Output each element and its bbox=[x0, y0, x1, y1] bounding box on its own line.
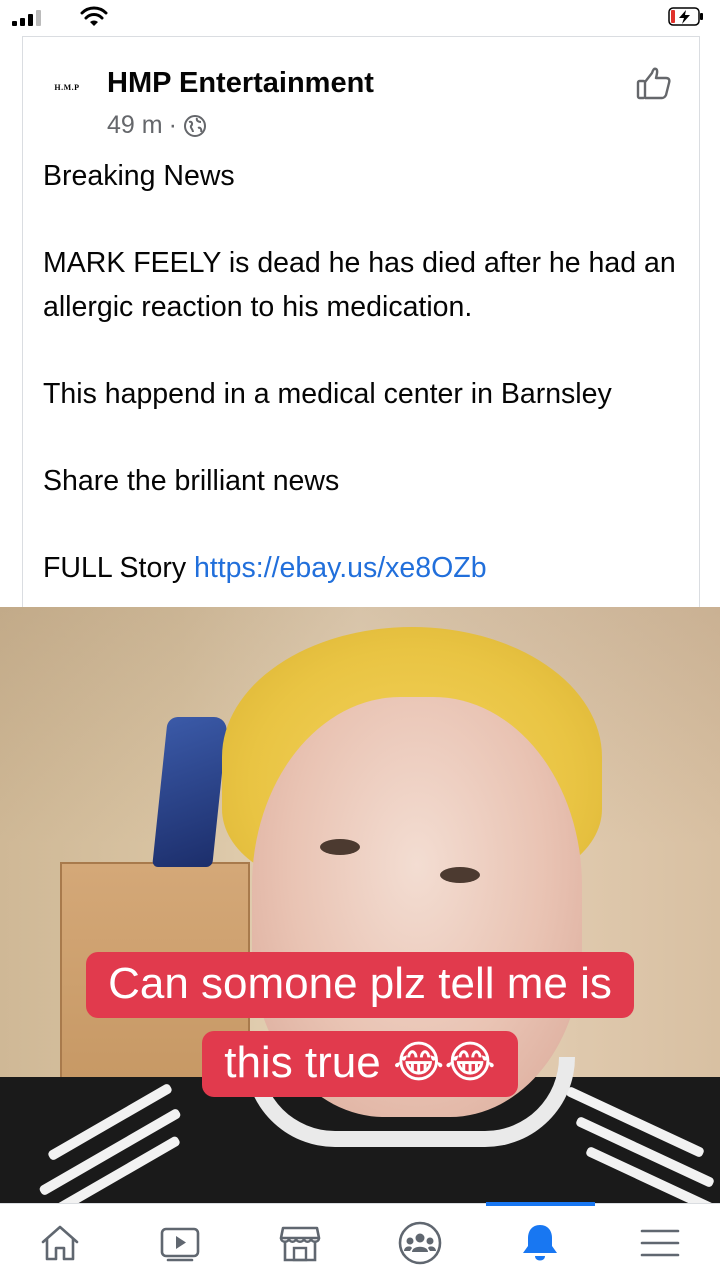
post-paragraph: MARK FEELY is dead he has died after he … bbox=[43, 247, 676, 323]
bottom-navigation bbox=[0, 1202, 720, 1280]
nav-groups[interactable] bbox=[360, 1204, 480, 1280]
post-paragraph: This happend in a medical center in Barn… bbox=[43, 377, 612, 410]
wifi-icon bbox=[80, 6, 108, 26]
nav-notifications[interactable] bbox=[480, 1204, 600, 1280]
post-timestamp[interactable]: 49 m bbox=[107, 111, 163, 140]
cellular-signal-icon bbox=[12, 10, 42, 26]
battery-charging-icon bbox=[668, 7, 703, 26]
caption-text: this true 😂😂 bbox=[202, 1031, 518, 1097]
post-card: H.M.P HMP Entertainment 49 m · Breaking … bbox=[22, 36, 700, 608]
thumbs-up-icon[interactable] bbox=[635, 65, 673, 103]
post-paragraph: Share the brilliant news bbox=[43, 464, 340, 497]
post-meta: 49 m · bbox=[107, 111, 207, 140]
nav-video[interactable] bbox=[120, 1204, 240, 1280]
post-paragraph: Breaking News bbox=[43, 160, 235, 192]
full-story-line: FULL Story https://ebay.us/xe8OZb bbox=[43, 547, 693, 591]
meta-separator: · bbox=[168, 111, 177, 139]
video-frame[interactable]: Can somone plz tell me is this true 😂😂 bbox=[0, 607, 720, 1203]
menu-icon bbox=[640, 1229, 680, 1256]
post-author[interactable]: HMP Entertainment bbox=[107, 67, 374, 100]
post-body: Breaking News MARK FEELY is dead he has … bbox=[43, 155, 693, 590]
nav-marketplace[interactable] bbox=[240, 1204, 360, 1280]
caption-line-1: Can somone plz tell me is bbox=[0, 952, 720, 1018]
status-bar bbox=[0, 0, 720, 34]
caption-line-2: this true 😂😂 bbox=[0, 1031, 720, 1097]
video-icon bbox=[160, 1227, 200, 1261]
home-icon bbox=[41, 1225, 79, 1260]
notifications-icon bbox=[523, 1224, 557, 1260]
page-avatar[interactable]: H.M.P bbox=[43, 83, 91, 97]
nav-menu[interactable] bbox=[600, 1204, 720, 1280]
nav-home[interactable] bbox=[0, 1204, 120, 1280]
full-story-label: FULL Story bbox=[43, 551, 187, 584]
caption-text: Can somone plz tell me is bbox=[86, 952, 634, 1018]
marketplace-icon bbox=[279, 1226, 321, 1261]
full-story-link[interactable]: https://ebay.us/xe8OZb bbox=[194, 552, 487, 584]
globe-icon bbox=[183, 114, 206, 137]
groups-icon bbox=[398, 1221, 442, 1264]
